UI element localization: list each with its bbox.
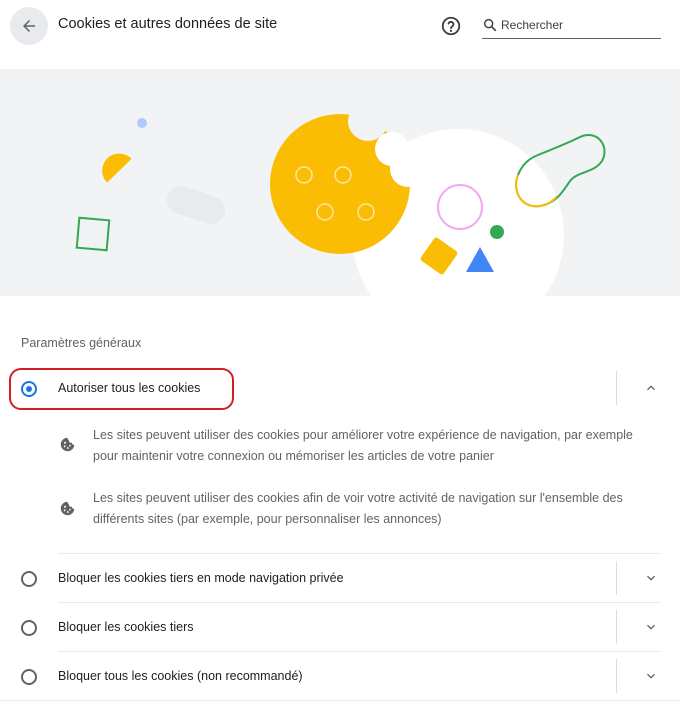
- row-separator: [616, 371, 617, 405]
- search-box[interactable]: [482, 16, 661, 39]
- option-label: Bloquer les cookies tiers en mode naviga…: [58, 571, 344, 585]
- page-title: Cookies et autres données de site: [58, 16, 278, 32]
- chevron-down-icon[interactable]: [643, 570, 659, 586]
- search-icon: [483, 18, 497, 32]
- chevron-down-icon[interactable]: [643, 668, 659, 684]
- option-label: Autoriser tous les cookies: [58, 381, 201, 395]
- option-block-all-cookies[interactable]: Bloquer tous les cookies (non recommandé…: [0, 652, 680, 701]
- option-label: Bloquer tous les cookies (non recommandé…: [58, 669, 303, 683]
- back-button[interactable]: [10, 7, 48, 45]
- row-separator: [616, 659, 617, 693]
- option-label: Bloquer les cookies tiers: [58, 620, 194, 634]
- divider: [0, 700, 680, 701]
- option-detail-text: Les sites peuvent utiliser des cookies a…: [93, 491, 623, 526]
- radio-button[interactable]: [21, 571, 37, 587]
- option-block-third-party[interactable]: Bloquer les cookies tiers: [0, 603, 680, 652]
- cookies-illustration: [0, 69, 680, 296]
- option-detail-text: Les sites peuvent utiliser des cookies p…: [93, 428, 633, 463]
- section-title: Paramètres généraux: [21, 336, 142, 350]
- radio-button[interactable]: [21, 669, 37, 685]
- cookie-icon: [60, 501, 75, 516]
- radio-button[interactable]: [21, 620, 37, 636]
- illustration-graphic: [75, 101, 606, 296]
- row-separator: [616, 610, 617, 644]
- option-allow-all-cookies[interactable]: Autoriser tous les cookies: [0, 364, 680, 413]
- arrow-left-icon: [23, 20, 35, 32]
- help-circle-icon[interactable]: [440, 15, 462, 37]
- page-header: Cookies et autres données de site: [0, 0, 680, 52]
- search-input[interactable]: [501, 16, 657, 34]
- radio-button-selected[interactable]: [21, 381, 37, 397]
- row-separator: [616, 561, 617, 595]
- chevron-up-icon[interactable]: [643, 380, 659, 396]
- chevron-down-icon[interactable]: [643, 619, 659, 635]
- option-block-third-party-incognito[interactable]: Bloquer les cookies tiers en mode naviga…: [0, 554, 680, 603]
- cookie-icon: [60, 437, 75, 452]
